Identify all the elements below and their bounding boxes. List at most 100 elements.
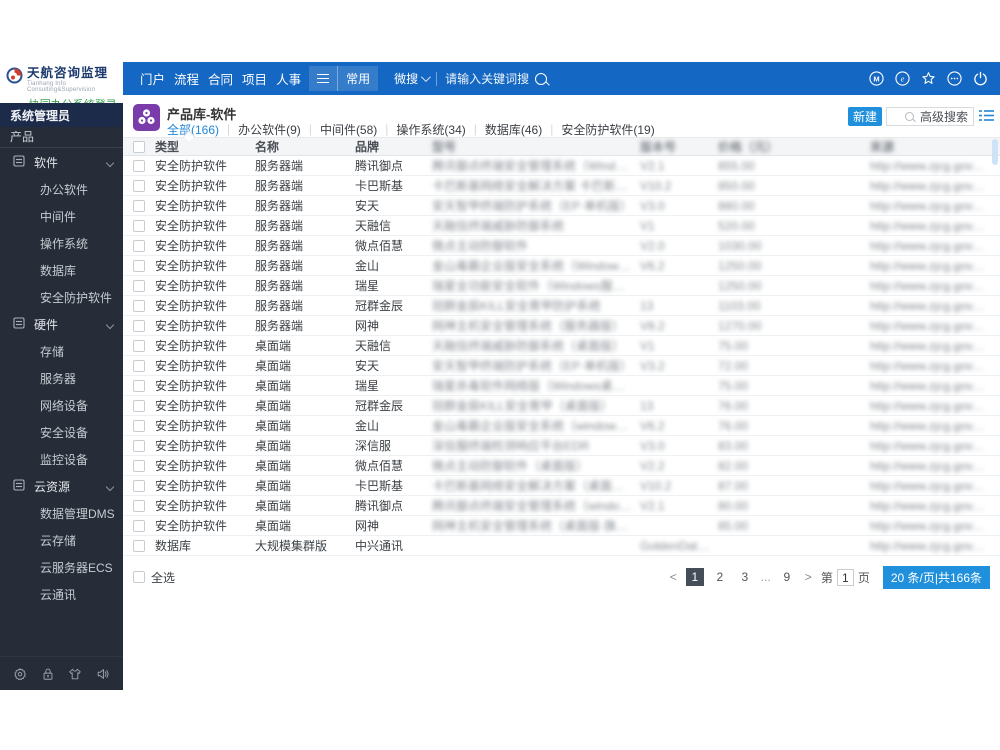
nav-item-4[interactable]: 项目: [242, 69, 267, 88]
sidebar-role-header[interactable]: 系统管理员: [0, 103, 123, 127]
row-checkbox[interactable]: [133, 179, 145, 192]
page-size-badge[interactable]: 20 条/页|共166条: [882, 565, 990, 589]
tab-2[interactable]: 办公软件(9): [238, 121, 301, 138]
table-row[interactable]: 安全防护软件 服务器端 卡巴斯基 卡巴斯基网络安全解决方案 卡巴斯基安全软件…V10.…: [123, 176, 1000, 196]
menu-hamburger-button[interactable]: [309, 66, 337, 91]
row-checkbox[interactable]: [133, 399, 145, 412]
row-checkbox[interactable]: [133, 499, 145, 512]
sidebar-group-1[interactable]: 软件: [0, 149, 123, 176]
row-checkbox[interactable]: [133, 199, 145, 212]
sidebar-item-1-5[interactable]: 安全防护软件: [0, 284, 123, 311]
table-row[interactable]: 安全防护软件 桌面端 深信服 深信服终端检测响应平台EDR V3.0 83.00 http:…: [123, 436, 1000, 456]
page-button-3[interactable]: 3: [736, 568, 754, 586]
table-row[interactable]: 安全防护软件 服务器端 微点佰慧 微点主动防御软件 V2.0 1030.00 http://…: [123, 236, 1000, 256]
row-checkbox[interactable]: [133, 539, 145, 552]
page-button-2[interactable]: 2: [711, 568, 729, 586]
table-row[interactable]: 安全防护软件 桌面端 瑞星 瑞星杀毒软件网络版（Windows桌面版） 75.00 htt…: [123, 376, 1000, 396]
table-row[interactable]: 安全防护软件 服务器端 网神 网神主机安全管理系统（服务器版） V8.2 1270.00 h…: [123, 316, 1000, 336]
tab-6[interactable]: 安全防护软件(19): [561, 121, 654, 138]
table-row[interactable]: 安全防护软件 桌面端 冠群金辰 冠群金辰KILL安全胄甲（桌面版） 13 76.00 htt…: [123, 396, 1000, 416]
row-checkbox[interactable]: [133, 379, 145, 392]
nav-item-1[interactable]: 门户: [140, 69, 165, 88]
sidebar-section-products[interactable]: 产品: [0, 127, 123, 146]
m-badge-icon[interactable]: M: [869, 71, 884, 86]
sidebar-item-3-3[interactable]: 云服务器ECS: [0, 554, 123, 581]
row-checkbox[interactable]: [133, 299, 145, 312]
page-button-1[interactable]: 1: [685, 568, 704, 586]
favorite-star-icon[interactable]: [921, 71, 936, 86]
row-checkbox[interactable]: [133, 339, 145, 352]
vertical-scrollbar-thumb[interactable]: [992, 139, 998, 165]
speaker-icon[interactable]: [96, 667, 110, 681]
select-all-checkbox[interactable]: [133, 571, 145, 583]
nav-item-5[interactable]: 人事: [276, 69, 301, 88]
search-input[interactable]: 请输入关键词搜: [445, 70, 529, 87]
sidebar-item-2-4[interactable]: 安全设备: [0, 419, 123, 446]
tab-3[interactable]: 中间件(58): [320, 121, 377, 138]
table-row[interactable]: 安全防护软件 服务器端 腾讯御点 腾讯御点终端安全管理系统（Windows版） V2.1…: [123, 156, 1000, 176]
table-row[interactable]: 安全防护软件 服务器端 冠群金辰 冠群金辰KILL安全胄甲防护系统 13 1103.00 h…: [123, 296, 1000, 316]
table-row[interactable]: 安全防护软件 桌面端 安天 安天智甲终端防护系统（EP·单机版） V3.2 72.00 ht…: [123, 356, 1000, 376]
sidebar-item-1-4[interactable]: 数据库: [0, 257, 123, 284]
table-row[interactable]: 安全防护软件 服务器端 安天 安天智甲终端防护系统（EP·单机版） V3.0 880.00…: [123, 196, 1000, 216]
header-checkbox[interactable]: [133, 140, 145, 153]
list-view-icon[interactable]: [979, 109, 994, 127]
row-checkbox[interactable]: [133, 439, 145, 452]
table-row[interactable]: 安全防护软件 桌面端 网神 网神主机安全管理系统（桌面版·旗舰版） 85.00 http:…: [123, 516, 1000, 536]
row-checkbox[interactable]: [133, 319, 145, 332]
gear-icon[interactable]: [13, 667, 27, 681]
table-row[interactable]: 数据库 大规模集群版 中兴通讯 GoldenData s… http://www.zjc…: [123, 536, 1000, 556]
sidebar-group-2[interactable]: 硬件: [0, 311, 123, 338]
table-row[interactable]: 安全防护软件 桌面端 腾讯御点 腾讯御点终端安全管理系统（windows版）V2.1V…: [123, 496, 1000, 516]
search-icon[interactable]: [904, 112, 914, 121]
row-checkbox[interactable]: [133, 279, 145, 292]
search-icon[interactable]: [535, 72, 548, 85]
page-button-9[interactable]: 9: [778, 568, 796, 586]
sidebar-item-2-2[interactable]: 服务器: [0, 365, 123, 392]
table-row[interactable]: 安全防护软件 桌面端 微点佰慧 微点主动防御软件（桌面版） V2.2 82.00 http:…: [123, 456, 1000, 476]
row-checkbox[interactable]: [133, 519, 145, 532]
sidebar-item-1-1[interactable]: 办公软件: [0, 176, 123, 203]
theme-shirt-icon[interactable]: [68, 667, 82, 681]
nav-item-2[interactable]: 流程: [174, 69, 199, 88]
sidebar-item-3-1[interactable]: 数据管理DMS: [0, 500, 123, 527]
cell-source-blurred: http://www.zjcg.gov.cn/djg/: [870, 258, 990, 273]
next-page-button[interactable]: >: [803, 570, 814, 584]
frequently-used-button[interactable]: 常用: [337, 66, 378, 91]
table-row[interactable]: 安全防护软件 服务器端 瑞星 瑞星全功能安全软件（Windows服务器版） 1250.0…: [123, 276, 1000, 296]
sidebar-group-3[interactable]: 云资源: [0, 473, 123, 500]
sidebar-item-3-4[interactable]: 云通讯: [0, 581, 123, 608]
table-row[interactable]: 安全防护软件 服务器端 金山 金山毒霸企业版安全系统（Windows服务器版）V6.2…: [123, 256, 1000, 276]
sidebar-item-2-3[interactable]: 网络设备: [0, 392, 123, 419]
message-e-icon[interactable]: e: [895, 71, 910, 86]
sidebar-item-3-2[interactable]: 云存储: [0, 527, 123, 554]
row-checkbox[interactable]: [133, 259, 145, 272]
table-row[interactable]: 安全防护软件 桌面端 天融信 天融信终端威胁防御系统（桌面版） V1 75.00 http:…: [123, 336, 1000, 356]
more-ellipsis-icon[interactable]: [947, 71, 962, 86]
row-checkbox[interactable]: [133, 479, 145, 492]
sidebar-item-1-2[interactable]: 中间件: [0, 203, 123, 230]
prev-page-button[interactable]: <: [668, 570, 679, 584]
table-row[interactable]: 安全防护软件 桌面端 卡巴斯基 卡巴斯基网络安全解决方案（桌面版·KES） - KSC…: [123, 476, 1000, 496]
row-checkbox[interactable]: [133, 219, 145, 232]
cell-source-blurred: http://www.zjcg.gov.cn/djg/: [870, 198, 990, 213]
lock-icon[interactable]: [41, 667, 55, 681]
jump-page-input[interactable]: 1: [836, 568, 854, 586]
row-checkbox[interactable]: [133, 359, 145, 372]
row-checkbox[interactable]: [133, 239, 145, 252]
advanced-search-button[interactable]: 高级搜索: [914, 108, 973, 125]
tab-5[interactable]: 数据库(46): [485, 121, 542, 138]
new-button[interactable]: 新建: [848, 107, 882, 126]
power-icon[interactable]: [973, 71, 988, 86]
row-checkbox[interactable]: [133, 419, 145, 432]
sidebar-item-2-5[interactable]: 监控设备: [0, 446, 123, 473]
row-checkbox[interactable]: [133, 459, 145, 472]
tab-4[interactable]: 操作系统(34): [396, 121, 465, 138]
search-category-dropdown[interactable]: 微搜: [394, 70, 431, 87]
nav-item-3[interactable]: 合同: [208, 69, 233, 88]
table-row[interactable]: 安全防护软件 服务器端 天融信 天融信终端威胁防御系统 V1 520.00 http://w…: [123, 216, 1000, 236]
sidebar-item-1-3[interactable]: 操作系统: [0, 230, 123, 257]
row-checkbox[interactable]: [133, 159, 145, 172]
table-row[interactable]: 安全防护软件 桌面端 金山 金山毒霸企业版安全系统（windows桌面版）V6.2 76…: [123, 416, 1000, 436]
sidebar-item-2-1[interactable]: 存储: [0, 338, 123, 365]
